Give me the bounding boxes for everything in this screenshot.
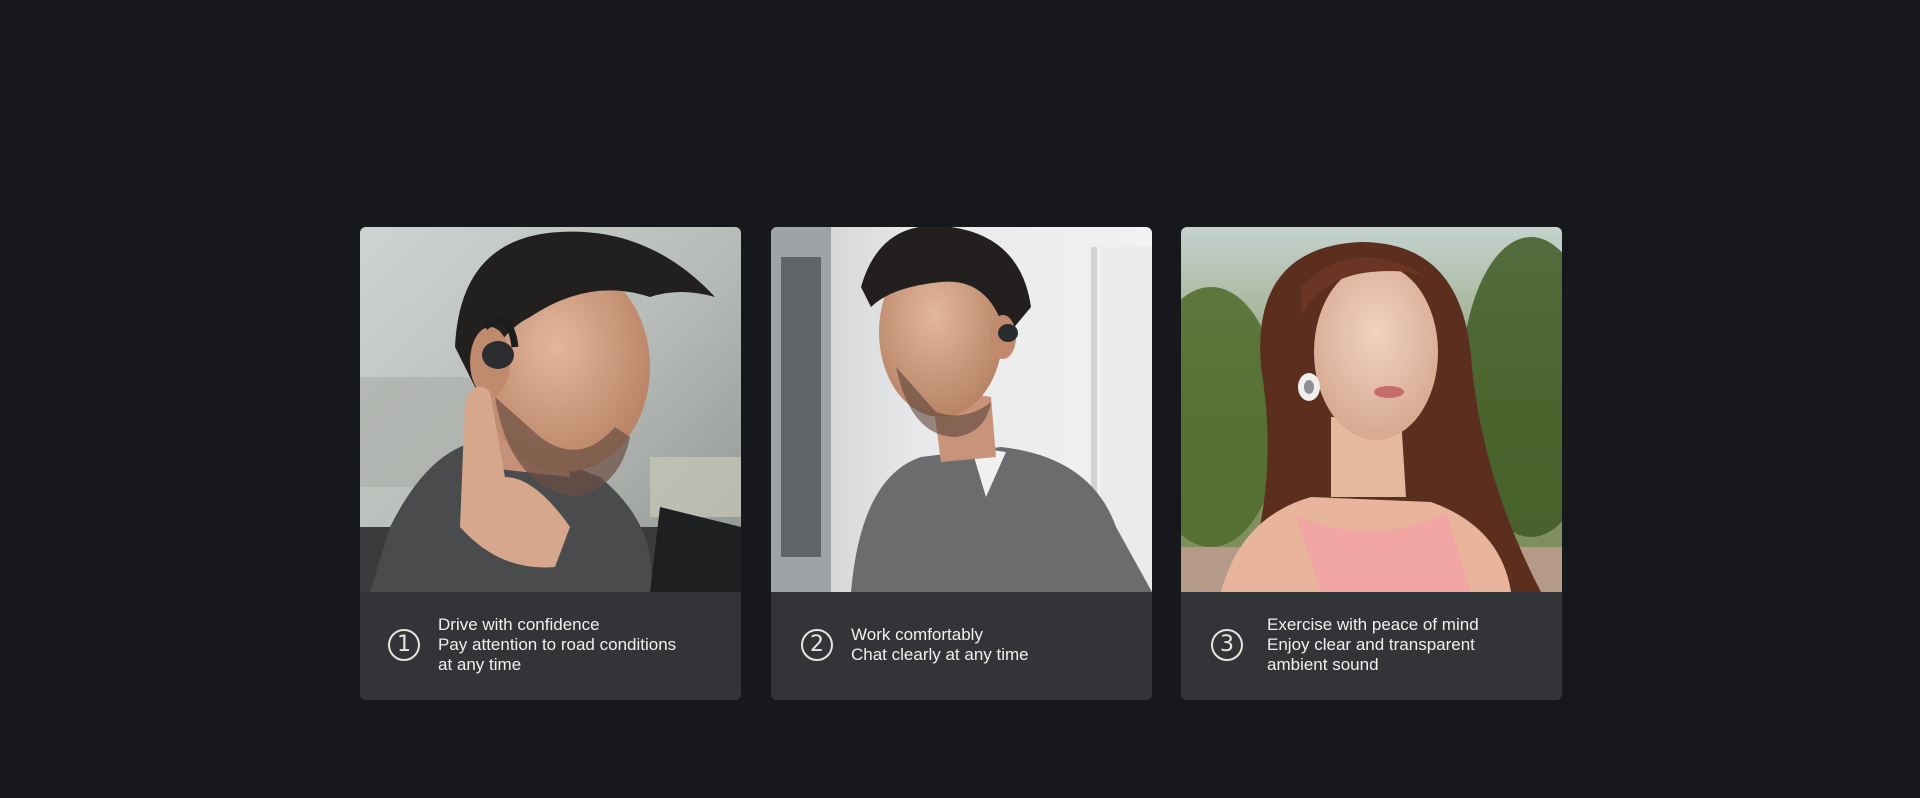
step-number-2: 2 [801,629,833,661]
caption-line: ambient sound [1267,655,1379,674]
caption-line: at any time [438,655,522,674]
photo-man-driving [360,227,741,592]
page: { "cards": [ { "number": "1", "title": "… [0,0,1920,798]
photo-woman-outdoors [1181,227,1562,592]
caption-exercise: 3 Exercise with peace of mind Enjoy clea… [1181,592,1562,700]
caption-drive: 1 Drive with confidence Pay attention to… [360,592,741,700]
caption-line: Pay attention to road conditions [438,635,677,654]
feature-card-exercise: 3 Exercise with peace of mind Enjoy clea… [1181,227,1562,700]
photo-man-working [771,227,1152,592]
step-number-1: 1 [388,629,420,661]
step-number-3: 3 [1211,629,1243,661]
caption-title: Work comfortably [851,625,983,644]
caption-text-exercise: Exercise with peace of mind Enjoy clear … [1267,615,1479,675]
caption-title: Exercise with peace of mind [1267,615,1479,634]
caption-title: Drive with confidence [438,615,600,634]
caption-text-drive: Drive with confidence Pay attention to r… [438,615,676,675]
feature-card-work: 2 Work comfortably Chat clearly at any t… [771,227,1152,700]
caption-work: 2 Work comfortably Chat clearly at any t… [771,592,1152,700]
feature-card-drive: 1 Drive with confidence Pay attention to… [360,227,741,700]
caption-line: Chat clearly at any time [851,645,1029,664]
caption-line: Enjoy clear and transparent [1267,635,1475,654]
caption-text-work: Work comfortably Chat clearly at any tim… [851,625,1029,665]
